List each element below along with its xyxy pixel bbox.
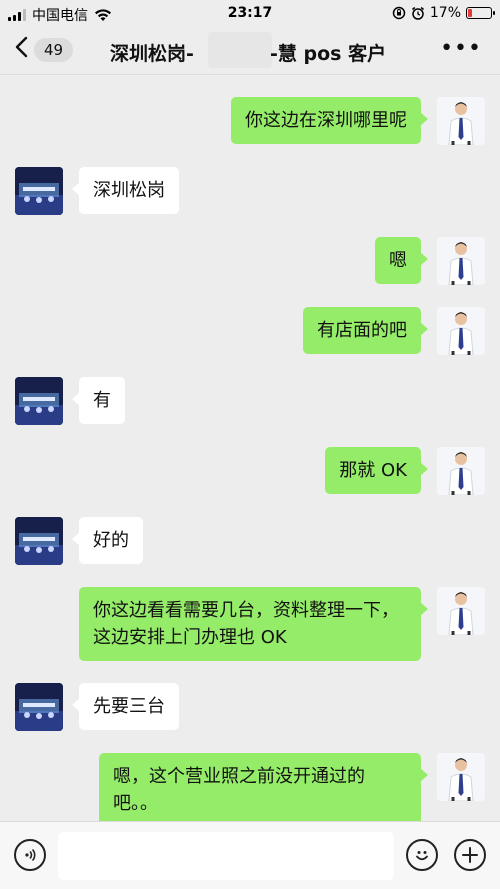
person-photo-icon [437,587,485,635]
message-bubble-self[interactable]: 嗯 [375,237,428,284]
smiley-icon [416,851,428,861]
scene-photo-icon [15,683,63,731]
message-bubble-self[interactable]: 你这边看看需要几台，资料整理一下，这边安排上门办理也 OK [79,587,428,661]
avatar-self[interactable] [437,587,485,635]
chat-header: 49 深圳松岗- -慧 pos 客户 ••• [0,28,500,74]
message-bubble-self[interactable]: 那就 OK [325,447,428,494]
plus-icon [462,847,478,863]
alarm-icon [411,6,424,20]
voice-input-button[interactable] [14,839,46,871]
message-bubble-other[interactable]: 深圳松岗 [72,167,179,214]
scene-photo-icon [15,167,63,215]
orientation-lock-icon [392,6,406,20]
avatar-self[interactable] [437,97,485,145]
avatar-other[interactable] [15,377,63,425]
back-button[interactable]: 49 [14,36,74,64]
person-photo-icon [437,237,485,285]
status-bar: 中国电信 23:17 17% [0,0,500,28]
person-photo-icon [437,753,485,801]
avatar-self[interactable] [437,237,485,285]
unread-count-badge: 49 [34,38,74,62]
message-bubble-self[interactable]: 你这边在深圳哪里呢 [231,97,428,144]
avatar-self[interactable] [437,307,485,355]
chat-message-list[interactable]: 你这边在深圳哪里呢 深圳松岗 嗯 有店面的吧 有 那就 OK 好的 你这边看看需… [0,75,500,821]
chat-title-suffix: -慧 pos 客户 [270,43,387,65]
person-photo-icon [437,97,485,145]
more-functions-button[interactable] [454,839,486,871]
battery-fill [468,9,472,17]
person-photo-icon [437,447,485,495]
chat-title-prefix: 深圳松岗- [110,43,194,65]
message-bubble-other[interactable]: 有 [72,377,125,424]
scene-photo-icon [15,517,63,565]
avatar-self[interactable] [437,447,485,495]
scene-photo-icon [15,377,63,425]
status-right: 17% [392,5,495,21]
avatar-other[interactable] [15,167,63,215]
message-bubble-self[interactable]: 有店面的吧 [303,307,428,354]
avatar-self[interactable] [437,753,485,801]
person-photo-icon [437,307,485,355]
voice-icon [25,848,36,862]
avatar-other[interactable] [15,683,63,731]
message-bubble-other[interactable]: 好的 [72,517,143,564]
redaction-mask [208,32,272,68]
chevron-left-icon [14,36,28,64]
avatar-other[interactable] [15,517,63,565]
message-bubble-self[interactable]: 嗯，这个营业照之前没开通过的吧。。 [99,753,428,821]
more-options-button[interactable]: ••• [440,36,482,61]
input-bar [0,821,500,889]
battery-icon [466,7,495,19]
battery-percent: 17% [429,5,461,21]
emoji-button[interactable] [406,839,438,871]
message-input[interactable] [58,832,394,880]
message-bubble-other[interactable]: 先要三台 [72,683,179,730]
